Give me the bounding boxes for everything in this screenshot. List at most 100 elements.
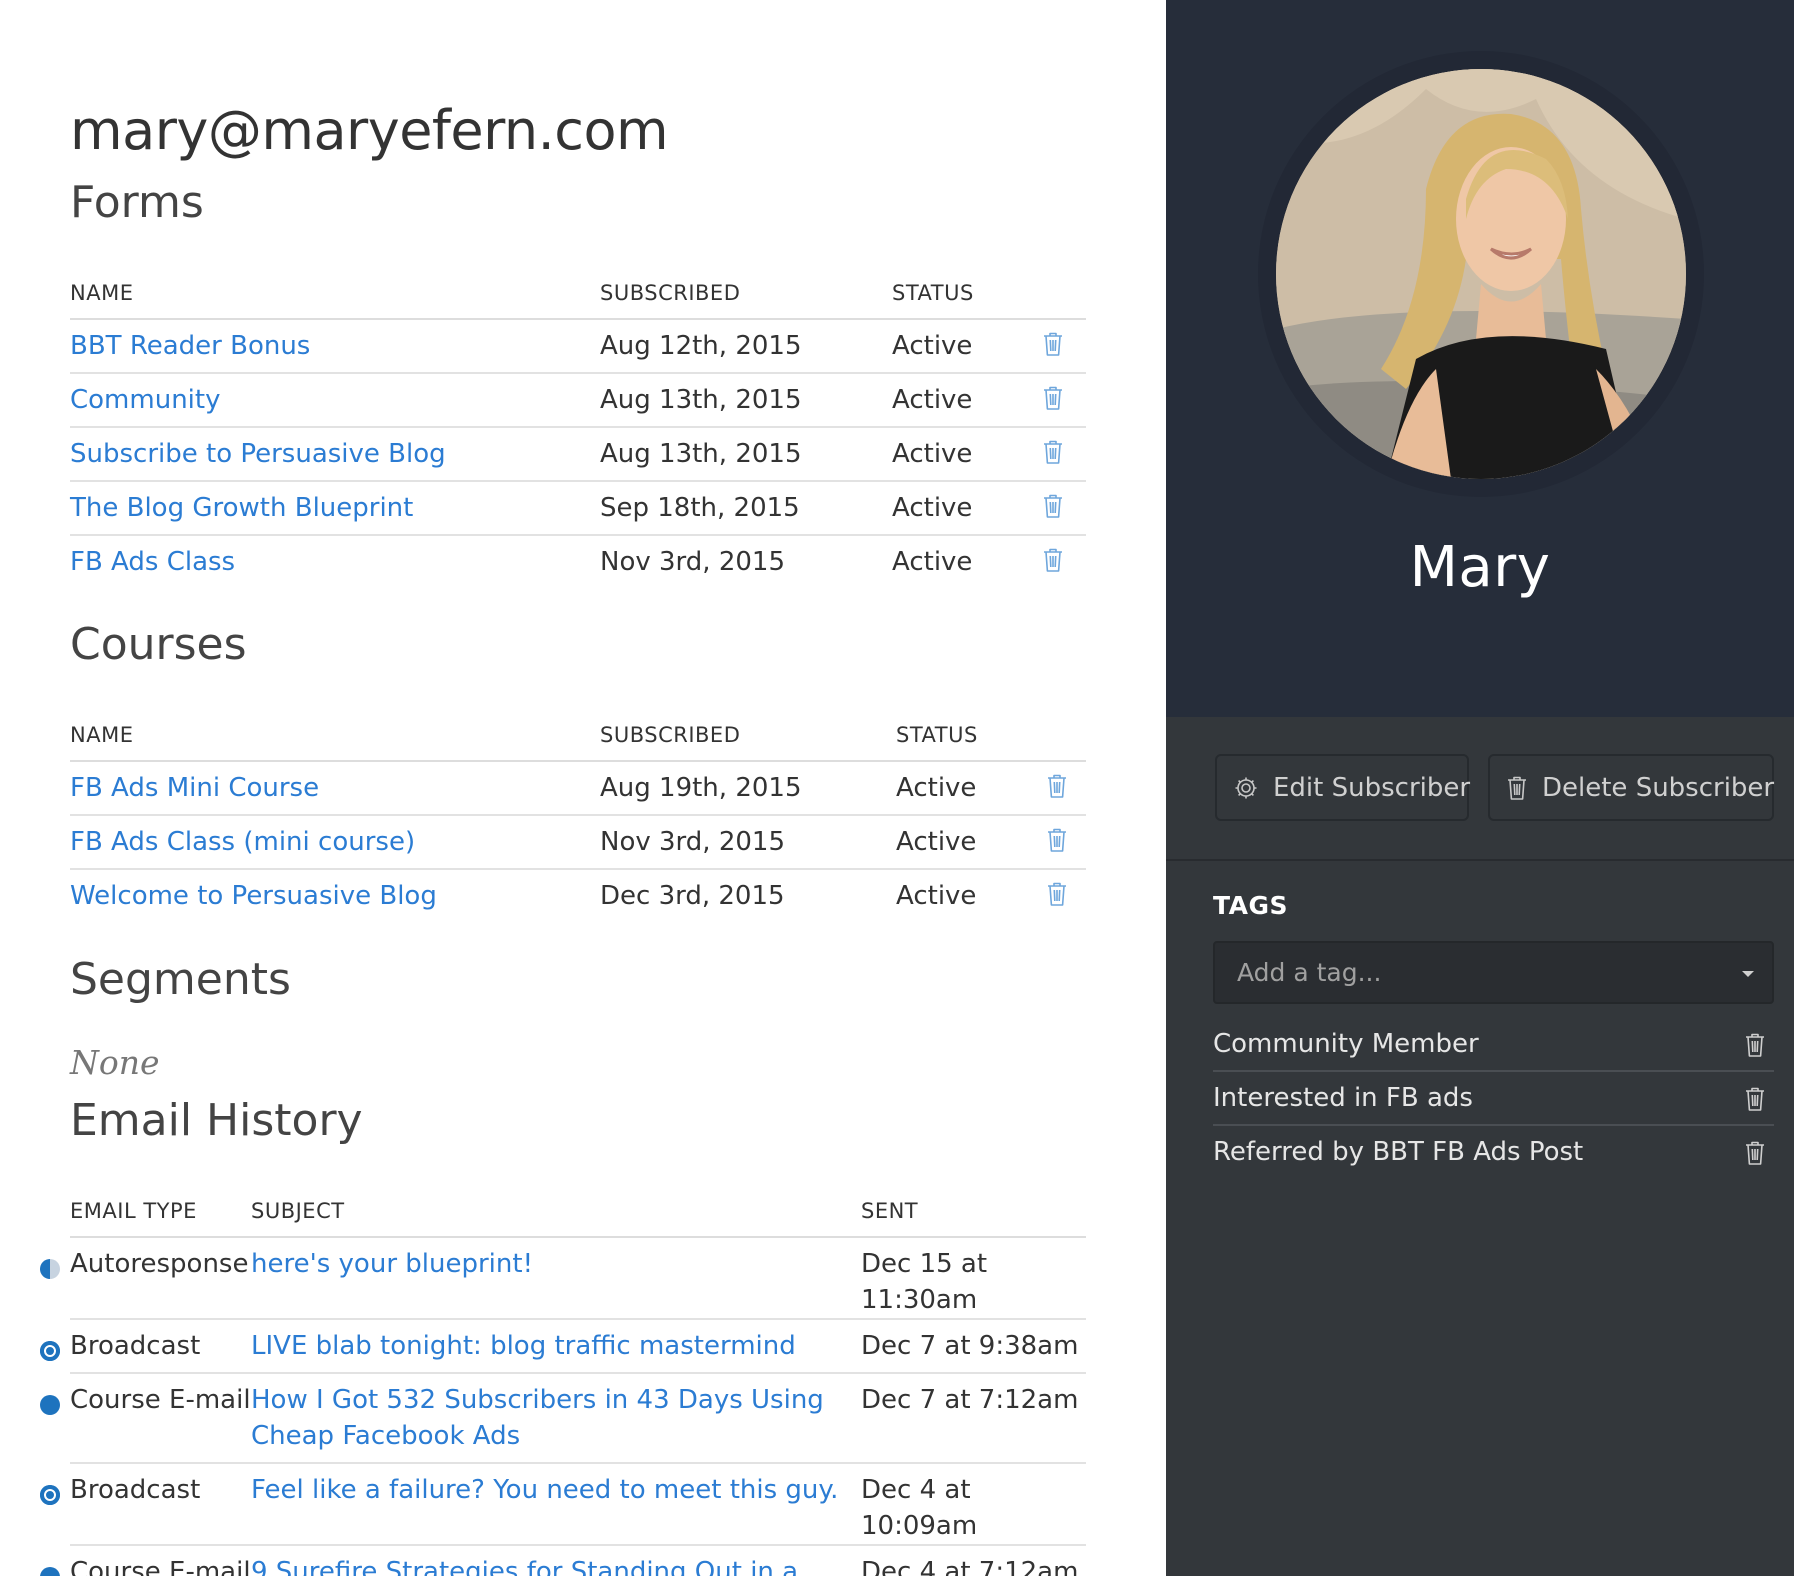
form-status: Active: [892, 427, 1042, 482]
column-header-subject: SUBJECT: [251, 1199, 861, 1238]
form-status: Active: [892, 373, 1042, 428]
forms-table-header: NAME SUBSCRIBED STATUS: [70, 281, 1086, 320]
course-name-link[interactable]: FB Ads Class (mini course): [70, 827, 415, 857]
subscriber-sidebar: Mary Edit Subscriber Delete Subscriber T…: [1166, 0, 1794, 1576]
profile-name: Mary: [1409, 535, 1551, 600]
column-header-status: STATUS: [896, 723, 1046, 762]
ring-circle-icon: [40, 1341, 60, 1361]
course-status: Active: [896, 815, 1046, 870]
form-status: Active: [892, 547, 973, 577]
trash-icon[interactable]: [1042, 439, 1064, 465]
column-header-subscribed: SUBSCRIBED: [600, 723, 896, 762]
add-tag-input[interactable]: [1237, 958, 1717, 987]
form-subscribed-date: Aug 13th, 2015: [600, 427, 892, 482]
form-name-link[interactable]: Community: [70, 385, 220, 415]
column-header-sent: SENT: [861, 1199, 1086, 1238]
tag-item: Interested in FB ads: [1213, 1072, 1774, 1126]
email-history-table: EMAIL TYPE SUBJECT SENT Autoresponse her…: [40, 1199, 1086, 1576]
tag-label: Community Member: [1213, 1029, 1479, 1059]
course-status: Active: [896, 881, 977, 911]
form-name-link[interactable]: Subscribe to Persuasive Blog: [70, 439, 446, 469]
form-row: FB Ads Class Nov 3rd, 2015 Active: [70, 535, 1086, 589]
email-sent-time: Dec 4 at 10:09am: [861, 1463, 1086, 1546]
email-type: Course E-mail: [70, 1385, 251, 1415]
course-row: FB Ads Mini Course Aug 19th, 2015 Active: [70, 761, 1086, 816]
form-row: The Blog Growth Blueprint Sep 18th, 2015…: [70, 481, 1086, 536]
email-history-header: EMAIL TYPE SUBJECT SENT: [70, 1199, 1086, 1238]
subscriber-detail-main: mary@maryefern.com Forms NAME SUBSCRIBED…: [0, 0, 1166, 1576]
email-history-section-title: Email History: [70, 1095, 363, 1146]
email-type: Broadcast: [70, 1475, 201, 1505]
email-sent-time: Dec 7 at 9:38am: [861, 1319, 1086, 1374]
email-subject-link[interactable]: LIVE blab tonight: blog traffic mastermi…: [251, 1331, 796, 1361]
tag-list: Community Member Interested in FB ads Re…: [1213, 1018, 1774, 1180]
filled-circle-icon: [40, 1395, 60, 1415]
form-subscribed-date: Aug 12th, 2015: [600, 319, 892, 374]
trash-icon[interactable]: [1042, 385, 1064, 411]
course-subscribed-date: Dec 3rd, 2015: [600, 881, 785, 911]
email-history-row: Broadcast Feel like a failure? You need …: [40, 1463, 1086, 1546]
form-row: Community Aug 13th, 2015 Active: [70, 373, 1086, 428]
trash-icon[interactable]: [1046, 773, 1068, 799]
email-history-row: Autoresponse here's your blueprint! Dec …: [40, 1237, 1086, 1320]
add-tag-select[interactable]: [1213, 941, 1774, 1004]
subscriber-page: mary@maryefern.com Forms NAME SUBSCRIBED…: [0, 0, 1794, 1576]
edit-subscriber-button[interactable]: Edit Subscriber: [1215, 754, 1470, 821]
courses-table-header: NAME SUBSCRIBED STATUS: [70, 723, 1086, 762]
column-header-actions: [1042, 281, 1086, 320]
gear-icon: [1233, 775, 1259, 801]
email-sent-time: Dec 4 at 7:12am: [861, 1557, 1079, 1576]
trash-icon[interactable]: [1744, 1032, 1766, 1065]
segments-section-title: Segments: [70, 954, 291, 1005]
ring-circle-icon: [40, 1485, 60, 1505]
course-subscribed-date: Aug 19th, 2015: [600, 761, 896, 816]
trash-icon[interactable]: [1046, 881, 1068, 907]
form-status: Active: [892, 319, 1042, 374]
column-header-subscribed: SUBSCRIBED: [600, 281, 892, 320]
email-subject-link[interactable]: Feel like a failure? You need to meet th…: [251, 1475, 838, 1505]
email-sent-time: Dec 7 at 7:12am: [861, 1373, 1086, 1464]
email-history-row: Broadcast LIVE blab tonight: blog traffi…: [40, 1319, 1086, 1374]
form-name-link[interactable]: FB Ads Class: [70, 547, 235, 577]
courses-table: NAME SUBSCRIBED STATUS FB Ads Mini Cours…: [70, 723, 1086, 923]
course-subscribed-date: Nov 3rd, 2015: [600, 815, 896, 870]
email-subject-link[interactable]: 9 Surefire Strategies for Standing Out i…: [251, 1557, 798, 1576]
trash-icon[interactable]: [1744, 1140, 1766, 1173]
forms-table: NAME SUBSCRIBED STATUS BBT Reader Bonus …: [70, 281, 1086, 589]
email-sent-time: Dec 15 at 11:30am: [861, 1237, 1086, 1320]
form-subscribed-date: Sep 18th, 2015: [600, 481, 892, 536]
course-row: FB Ads Class (mini course) Nov 3rd, 2015…: [70, 815, 1086, 870]
course-name-link[interactable]: Welcome to Persuasive Blog: [70, 881, 437, 911]
trash-icon[interactable]: [1042, 547, 1064, 573]
email-history-row: Course E-mail How I Got 532 Subscribers …: [40, 1373, 1086, 1464]
column-header-actions: [1046, 723, 1086, 762]
trash-icon[interactable]: [1046, 827, 1068, 853]
course-status: Active: [896, 761, 1046, 816]
email-subject-link[interactable]: here's your blueprint!: [251, 1249, 533, 1279]
column-header-email-type: EMAIL TYPE: [70, 1199, 251, 1238]
delete-subscriber-label: Delete Subscriber: [1542, 772, 1775, 803]
trash-icon[interactable]: [1744, 1086, 1766, 1119]
avatar: [1276, 69, 1686, 479]
form-subscribed-date: Nov 3rd, 2015: [600, 547, 785, 577]
delete-subscriber-button[interactable]: Delete Subscriber: [1488, 754, 1774, 821]
trash-icon[interactable]: [1042, 331, 1064, 357]
forms-section-title: Forms: [70, 177, 204, 228]
tag-item: Community Member: [1213, 1018, 1774, 1072]
chevron-down-icon[interactable]: [1742, 971, 1754, 977]
email-subject-link[interactable]: How I Got 532 Subscribers in 43 Days Usi…: [251, 1385, 824, 1451]
profile-card: Mary: [1166, 0, 1794, 717]
email-type: Course E-mail: [70, 1557, 251, 1576]
subscriber-email-title: mary@maryefern.com: [70, 99, 669, 162]
trash-icon[interactable]: [1042, 493, 1064, 519]
sidebar-divider: [1166, 859, 1794, 861]
form-row: BBT Reader Bonus Aug 12th, 2015 Active: [70, 319, 1086, 374]
form-name-link[interactable]: The Blog Growth Blueprint: [70, 493, 413, 523]
form-name-link[interactable]: BBT Reader Bonus: [70, 331, 310, 361]
tags-title: TAGS: [1213, 891, 1288, 920]
course-name-link[interactable]: FB Ads Mini Course: [70, 773, 319, 803]
form-row: Subscribe to Persuasive Blog Aug 13th, 2…: [70, 427, 1086, 482]
tag-label: Referred by BBT FB Ads Post: [1213, 1137, 1584, 1167]
column-header-status: STATUS: [892, 281, 1042, 320]
courses-section-title: Courses: [70, 619, 247, 670]
